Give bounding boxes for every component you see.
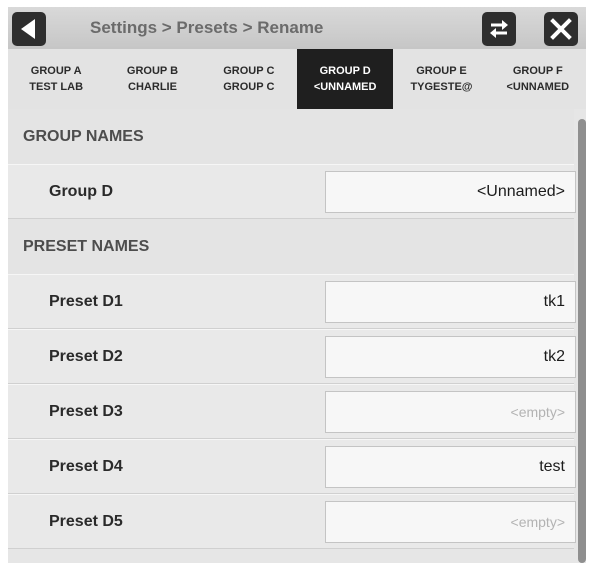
preset-d5-row: Preset D5 <empty> — [8, 494, 576, 549]
tab-group-f-line1: GROUP F — [512, 65, 563, 77]
preset-d1-label: Preset D1 — [49, 293, 123, 310]
tab-group-d-line1: GROUP D — [319, 65, 371, 77]
preset-d4-label: Preset D4 — [49, 458, 123, 475]
tab-group-e-line2: TYGESTE@ — [410, 81, 473, 93]
swap-button[interactable] — [482, 12, 516, 46]
tab-group-d-line2: <UNNAMED — [313, 81, 377, 93]
preset-d3-label: Preset D3 — [49, 403, 123, 420]
tab-group-a-line1: GROUP A — [30, 65, 82, 77]
rename-presets-panel: Settings > Presets > Rename GROUP A TEST… — [8, 7, 586, 563]
preset-names-header: PRESET NAMES — [8, 219, 574, 274]
tab-group-c-line2: GROUP C — [223, 81, 275, 93]
preset-d3-row: Preset D3 <empty> — [8, 384, 576, 439]
tab-group-e-line1: GROUP E — [416, 65, 467, 77]
preset-d1-row: Preset D1 tk1 — [8, 274, 576, 329]
tab-group-f[interactable]: GROUP F <UNNAMED — [490, 49, 586, 109]
breadcrumb: Settings > Presets > Rename — [90, 18, 324, 37]
back-button[interactable] — [12, 12, 46, 46]
preset-d4-name-field[interactable]: test — [325, 446, 576, 488]
tab-group-a[interactable]: GROUP A TEST LAB — [8, 49, 104, 109]
group-d-label: Group D — [49, 183, 113, 200]
close-x-icon — [550, 18, 572, 40]
tab-group-a-line2: TEST LAB — [29, 81, 84, 93]
title-bar: Settings > Presets > Rename — [8, 7, 586, 49]
group-tabs: GROUP A TEST LAB GROUP B CHARLIE GROUP C… — [8, 49, 586, 109]
tab-group-b-line1: GROUP B — [126, 65, 179, 77]
preset-d5-name-field[interactable]: <empty> — [325, 501, 576, 543]
group-names-header: GROUP NAMES — [8, 109, 574, 164]
preset-d1-name-field[interactable]: tk1 — [325, 281, 576, 323]
tab-group-d[interactable]: GROUP D <UNNAMED — [296, 49, 394, 109]
tab-group-b[interactable]: GROUP B CHARLIE — [104, 49, 200, 109]
preset-d2-name-field[interactable]: tk2 — [325, 336, 576, 378]
preset-d5-label: Preset D5 — [49, 513, 123, 530]
preset-d4-row: Preset D4 test — [8, 439, 576, 494]
group-d-row: Group D <Unnamed> — [8, 164, 576, 219]
preset-d3-name-field[interactable]: <empty> — [325, 391, 576, 433]
tab-group-e[interactable]: GROUP E TYGESTE@ — [393, 49, 489, 109]
tab-group-c-line1: GROUP C — [223, 65, 275, 77]
group-d-name-field[interactable]: <Unnamed> — [325, 171, 576, 213]
back-arrow-icon — [21, 19, 35, 39]
swap-arrows-icon — [490, 20, 508, 38]
preset-d2-row: Preset D2 tk2 — [8, 329, 576, 384]
rename-list: GROUP NAMES Group D <Unnamed> PRESET NAM… — [8, 109, 576, 563]
tab-group-c[interactable]: GROUP C GROUP C — [201, 49, 297, 109]
tab-group-f-line2: <UNNAMED — [506, 81, 570, 93]
tab-group-b-line2: CHARLIE — [128, 81, 177, 93]
scrollbar[interactable] — [578, 119, 586, 563]
preset-d2-label: Preset D2 — [49, 348, 123, 365]
close-button[interactable] — [544, 12, 578, 46]
